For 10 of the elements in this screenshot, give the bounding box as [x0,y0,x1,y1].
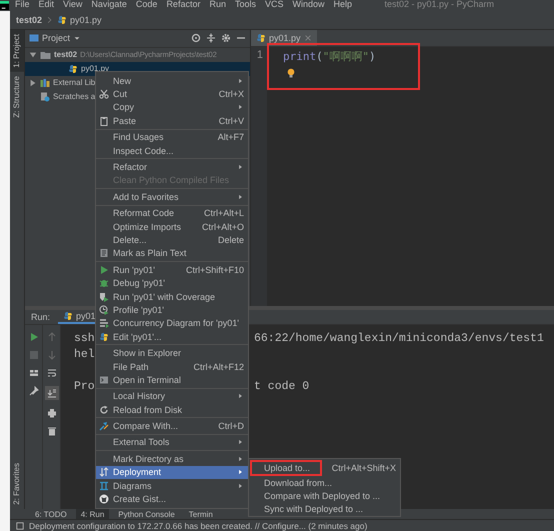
code-line: print("啊啊啊") [283,48,377,65]
console-text: hel [74,348,95,361]
panel-label: Run: [31,312,50,322]
line-number: 1 [256,48,263,63]
status-message: Deployment configuration to 172.27.0.66 has been created. // Configure... (2 minutes ago) [29,520,368,531]
window-title: test02 - py01.py - PyCharm [384,0,494,10]
console-text: Pro [74,380,95,393]
console-text: t code 0 [254,378,310,395]
console-text: 66:22/home/wanglexin/miniconda3/envs/test1 [254,330,544,347]
console-text: ssh [74,332,95,345]
